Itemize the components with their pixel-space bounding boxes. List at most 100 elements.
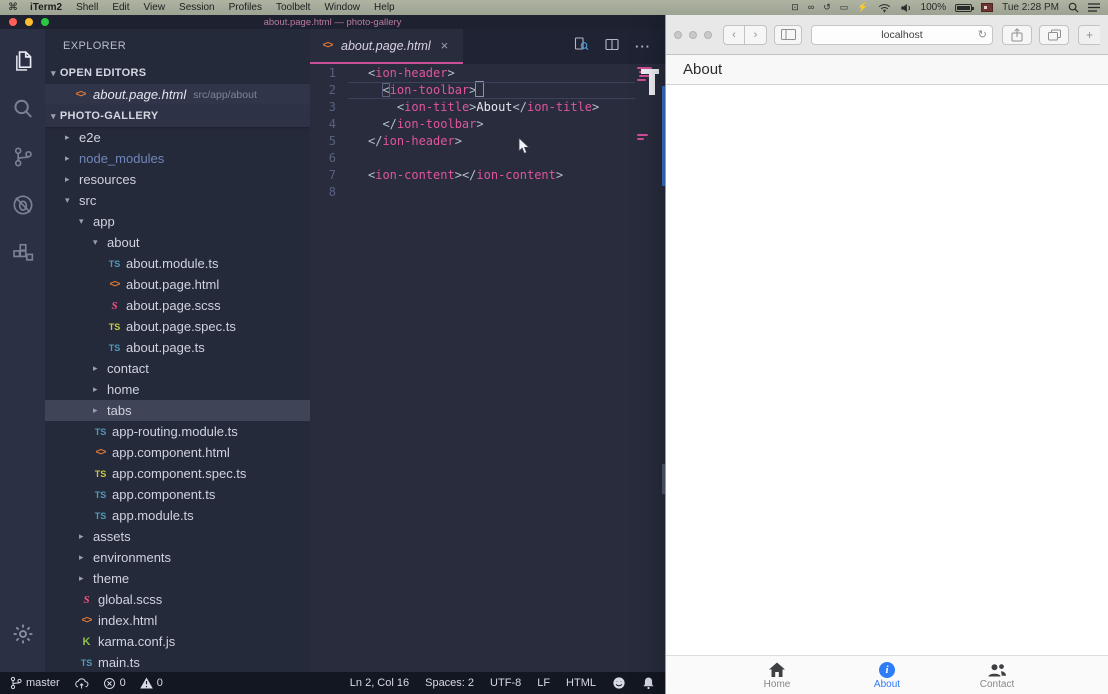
tree-file-about-page-scss[interactable]: Sabout.page.scss	[45, 295, 310, 316]
minimize-window-button[interactable]	[689, 31, 697, 39]
menu-shell[interactable]: Shell	[76, 2, 98, 13]
tree-folder-src[interactable]: ▾src	[45, 190, 310, 211]
tree-folder-contact[interactable]: ▸contact	[45, 358, 310, 379]
tree-folder-resources[interactable]: ▸resources	[45, 169, 310, 190]
tree-file-global-scss[interactable]: Sglobal.scss	[45, 589, 310, 610]
tab-contact[interactable]: Contact	[942, 660, 1052, 690]
menu-edit[interactable]: Edit	[112, 2, 129, 13]
code-line-6[interactable]: 6	[310, 150, 665, 167]
eol-status[interactable]: LF	[537, 677, 550, 689]
zoom-window-button[interactable]	[41, 18, 49, 26]
code-line-1[interactable]: 1<ion-header>	[310, 65, 665, 82]
tree-file-about-page-spec-ts[interactable]: TSabout.page.spec.ts	[45, 316, 310, 337]
forward-button[interactable]: ›	[745, 25, 767, 45]
settings-gear-icon[interactable]	[0, 610, 45, 658]
menu-toolbelt[interactable]: Toolbelt	[276, 2, 310, 13]
tree-file-about-page-html[interactable]: <>about.page.html	[45, 274, 310, 295]
time-machine-icon[interactable]: ↺	[823, 3, 831, 12]
new-tab-button[interactable]: +	[1078, 25, 1100, 45]
indentation-status[interactable]: Spaces: 2	[425, 677, 474, 689]
glasses-icon[interactable]: ∞	[808, 3, 814, 12]
sidebar-toggle-button[interactable]	[774, 25, 802, 45]
apple-menu-icon[interactable]: ⌘	[8, 2, 18, 13]
clock[interactable]: Tue 2:28 PM	[1002, 2, 1059, 13]
menu-iterm2[interactable]: iTerm2	[30, 2, 62, 13]
tree-file-about-module-ts[interactable]: TSabout.module.ts	[45, 253, 310, 274]
open-editors-section[interactable]: ▾ OPEN EDITORS	[45, 62, 310, 84]
split-editor-icon[interactable]	[605, 38, 619, 56]
keyboard-brightness-icon[interactable]: ⚡	[857, 3, 868, 12]
wifi-icon[interactable]	[878, 3, 891, 13]
more-actions-icon[interactable]: ···	[635, 39, 651, 54]
tree-file-app-routing-module-ts[interactable]: TSapp-routing.module.ts	[45, 421, 310, 442]
tab-overview-button[interactable]	[1039, 25, 1069, 45]
menu-window[interactable]: Window	[324, 2, 360, 13]
code-line-3[interactable]: 3 <ion-title>About</ion-title>	[310, 99, 665, 116]
notifications-bell-icon[interactable]	[642, 676, 655, 690]
tree-folder-tabs[interactable]: ▸tabs	[45, 400, 310, 421]
address-bar[interactable]: localhost ↻	[811, 25, 993, 45]
minimap[interactable]	[635, 64, 665, 672]
close-tab-icon[interactable]: ×	[441, 38, 449, 53]
tree-file-index-html[interactable]: <>index.html	[45, 610, 310, 631]
source-control-icon[interactable]	[0, 133, 45, 181]
close-window-button[interactable]	[674, 31, 682, 39]
tab-about[interactable]: iAbout	[832, 660, 942, 690]
code-editor[interactable]: 1<ion-header>2 <ion-toolbar>3 <ion-title…	[310, 64, 665, 672]
tree-file-app-component-spec-ts[interactable]: TSapp.component.spec.ts	[45, 463, 310, 484]
cursor-position-status[interactable]: Ln 2, Col 16	[350, 677, 409, 689]
tab-about-page-html[interactable]: <> about.page.html ×	[310, 29, 463, 64]
notification-center-icon[interactable]	[1088, 3, 1100, 12]
git-branch-status[interactable]: master	[10, 676, 60, 690]
menu-profiles[interactable]: Profiles	[229, 2, 262, 13]
code-line-8[interactable]: 8	[310, 184, 665, 201]
safari-toolbar[interactable]: ‹ › localhost ↻ +	[666, 15, 1108, 55]
screen-record-icon[interactable]: ⊡	[791, 3, 799, 12]
zoom-window-button[interactable]	[704, 31, 712, 39]
project-section[interactable]: ▾ PHOTO-GALLERY	[45, 105, 310, 127]
feedback-smiley-icon[interactable]	[612, 676, 626, 690]
minimize-window-button[interactable]	[25, 18, 33, 26]
tree-folder-assets[interactable]: ▸assets	[45, 526, 310, 547]
tree-folder-environments[interactable]: ▸environments	[45, 547, 310, 568]
tab-home[interactable]: Home	[722, 660, 832, 690]
battery-icon[interactable]	[955, 4, 972, 12]
code-line-2[interactable]: 2 <ion-toolbar>	[310, 82, 665, 99]
tree-file-app-component-ts[interactable]: TSapp.component.ts	[45, 484, 310, 505]
airplay-display-icon[interactable]: ▭	[840, 3, 849, 12]
code-line-4[interactable]: 4 </ion-toolbar>	[310, 116, 665, 133]
tree-folder-app[interactable]: ▾app	[45, 211, 310, 232]
tree-folder-node-modules[interactable]: ▸node_modules	[45, 148, 310, 169]
warnings-status[interactable]: 0	[140, 677, 163, 689]
share-button[interactable]	[1002, 25, 1032, 45]
code-line-7[interactable]: 7<ion-content></ion-content>	[310, 167, 665, 184]
tree-file-main-ts[interactable]: TSmain.ts	[45, 652, 310, 672]
sync-changes-button[interactable]	[74, 677, 89, 690]
tree-folder-theme[interactable]: ▸theme	[45, 568, 310, 589]
tree-folder-e2e[interactable]: ▸e2e	[45, 127, 310, 148]
explorer-icon[interactable]	[0, 37, 45, 85]
close-window-button[interactable]	[9, 18, 17, 26]
input-source-flag-icon[interactable]	[981, 3, 993, 12]
extensions-icon[interactable]	[0, 229, 45, 277]
encoding-status[interactable]: UTF-8	[490, 677, 521, 689]
battery-percent[interactable]: 100%	[921, 2, 947, 13]
tree-folder-about[interactable]: ▾about	[45, 232, 310, 253]
tree-file-about-page-ts[interactable]: TSabout.page.ts	[45, 337, 310, 358]
debug-icon[interactable]	[0, 181, 45, 229]
open-editor-item[interactable]: <> about.page.html src/app/about	[45, 84, 310, 105]
back-button[interactable]: ‹	[723, 25, 745, 45]
reload-icon[interactable]: ↻	[978, 28, 987, 41]
tree-file-app-component-html[interactable]: <>app.component.html	[45, 442, 310, 463]
menu-session[interactable]: Session	[179, 2, 215, 13]
open-preview-icon[interactable]	[574, 37, 589, 56]
menu-help[interactable]: Help	[374, 2, 395, 13]
tree-folder-home[interactable]: ▸home	[45, 379, 310, 400]
volume-icon[interactable]	[900, 3, 912, 13]
tree-file-app-module-ts[interactable]: TSapp.module.ts	[45, 505, 310, 526]
search-icon[interactable]	[0, 85, 45, 133]
code-line-5[interactable]: 5</ion-header>	[310, 133, 665, 150]
errors-status[interactable]: 0	[103, 677, 126, 690]
tree-file-karma-conf-js[interactable]: Kkarma.conf.js	[45, 631, 310, 652]
spotlight-icon[interactable]	[1068, 2, 1079, 13]
